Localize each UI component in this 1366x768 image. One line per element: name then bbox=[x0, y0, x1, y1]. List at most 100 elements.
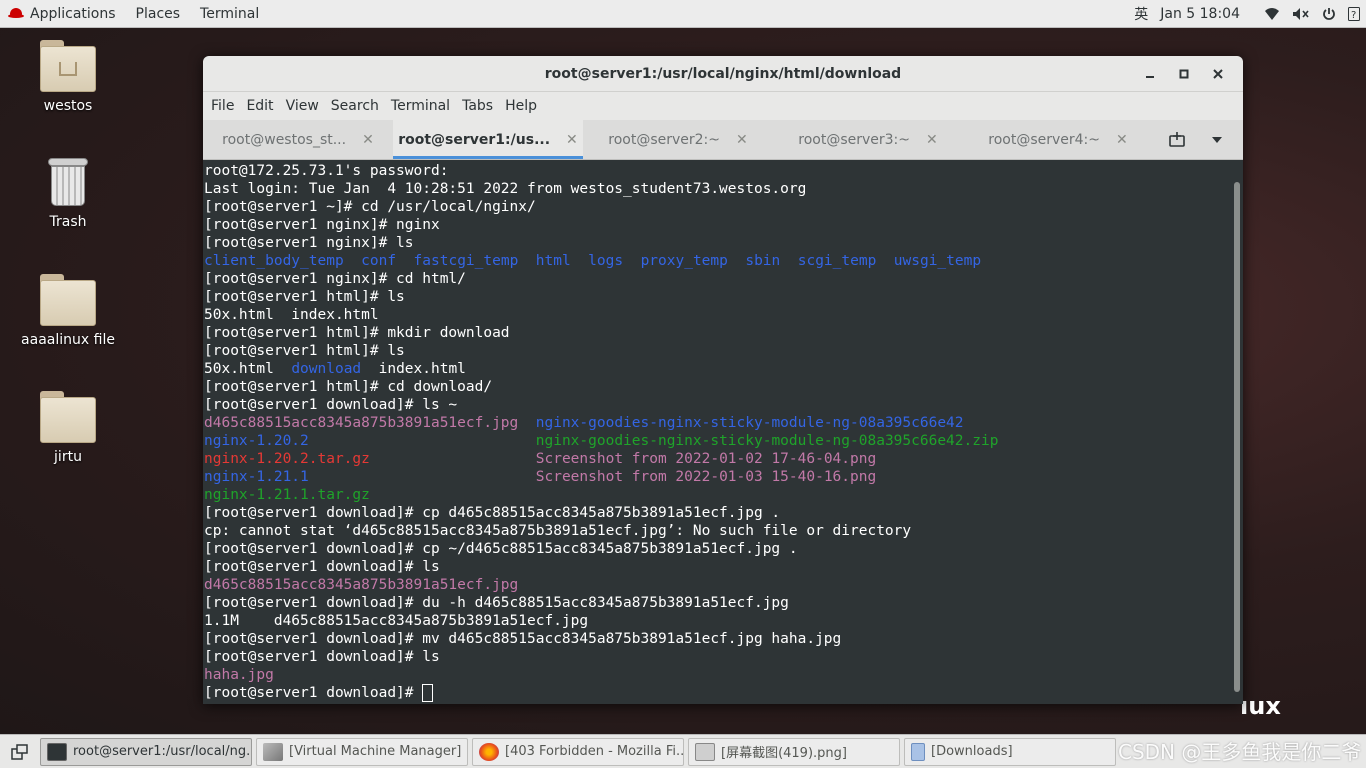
terminal-text-segment: nginx-1.20.2 bbox=[204, 433, 309, 449]
desktop-icon-jirtu[interactable]: jirtu bbox=[18, 391, 118, 465]
places-menu[interactable]: Places bbox=[126, 0, 191, 28]
tab-westos-student[interactable]: root@westos_st... ✕ bbox=[203, 120, 393, 159]
tab-close-icon[interactable]: ✕ bbox=[1116, 132, 1128, 148]
tab-close-icon[interactable]: ✕ bbox=[362, 132, 374, 148]
tab-server4[interactable]: root@server4:~ ✕ bbox=[963, 120, 1153, 159]
wifi-icon[interactable] bbox=[1264, 7, 1280, 21]
desktop-icon-westos[interactable]: westos bbox=[18, 40, 118, 114]
terminal-text-segment: nginx-goodies-nginx-sticky-module-ng-08a… bbox=[535, 433, 999, 449]
menu-edit[interactable]: Edit bbox=[240, 98, 279, 114]
terminal-line: nginx-1.21.1 Screenshot from 2022-01-03 … bbox=[204, 468, 1231, 486]
terminal-text-segment: client_body_temp bbox=[204, 253, 344, 269]
terminal-cursor bbox=[422, 684, 434, 702]
task-terminal[interactable]: root@server1:/usr/local/ng... bbox=[40, 737, 252, 766]
task-virtual-machine-manager[interactable]: [Virtual Machine Manager] bbox=[256, 737, 468, 766]
terminal-line: nginx-1.20.2.tar.gz Screenshot from 2022… bbox=[204, 450, 1231, 468]
terminal-text-segment: html bbox=[535, 253, 571, 269]
tab-label: root@server2:~ bbox=[608, 131, 720, 148]
maximize-button[interactable] bbox=[1167, 60, 1201, 88]
terminal-text-segment: download bbox=[291, 361, 362, 377]
terminal-line: [root@server1 download]# mv d465c88515ac… bbox=[204, 630, 1231, 648]
desktop-icon-aaaalinux-file[interactable]: aaaalinux file bbox=[18, 274, 118, 348]
terminal-line: [root@server1 ~]# cd /usr/local/nginx/ bbox=[204, 198, 1231, 216]
tab-label: root@westos_st... bbox=[222, 131, 347, 148]
minimize-icon bbox=[1146, 76, 1154, 78]
desktop-icon-label: Trash bbox=[49, 214, 87, 230]
clock[interactable]: Jan 5 18:04 bbox=[1160, 6, 1240, 22]
show-desktop-button[interactable] bbox=[4, 739, 36, 765]
terminal-text-segment: 50x.html index.html bbox=[204, 307, 379, 323]
menu-file[interactable]: File bbox=[205, 98, 240, 114]
terminal-text-segment: [root@server1 download]# cp d465c88515ac… bbox=[204, 505, 781, 521]
task-downloads[interactable]: [Downloads] bbox=[904, 737, 1116, 766]
desktop-icon-label: jirtu bbox=[54, 449, 82, 465]
help-icon[interactable]: ? bbox=[1348, 6, 1360, 21]
terminal-line: haha.jpg bbox=[204, 666, 1231, 684]
terminal-output[interactable]: root@172.25.73.1's password: Last login: … bbox=[203, 160, 1231, 704]
terminal-text-segment: logs bbox=[588, 253, 624, 269]
menu-tabs[interactable]: Tabs bbox=[456, 98, 499, 114]
terminal-text-segment: nginx-1.21.1.tar.gz bbox=[204, 487, 370, 503]
new-tab-icon[interactable] bbox=[1157, 131, 1197, 148]
menu-view[interactable]: View bbox=[280, 98, 325, 114]
tab-server3[interactable]: root@server3:~ ✕ bbox=[773, 120, 963, 159]
window-titlebar[interactable]: root@server1:/usr/local/nginx/html/downl… bbox=[203, 56, 1243, 92]
trash-icon bbox=[48, 158, 88, 206]
desktop-icon-label: aaaalinux file bbox=[21, 332, 115, 348]
terminal-text-segment: [root@server1 html]# ls bbox=[204, 343, 405, 359]
terminal-line: cp: cannot stat ‘d465c88515acc8345a875b3… bbox=[204, 522, 1231, 540]
terminal-line: 50x.html download index.html bbox=[204, 360, 1231, 378]
terminal-line: [root@server1 nginx]# cd html/ bbox=[204, 270, 1231, 288]
power-icon[interactable] bbox=[1322, 7, 1336, 21]
desktop-icon-trash[interactable]: Trash bbox=[18, 158, 118, 230]
terminal-line: [root@server1 download]# du -h d465c8851… bbox=[204, 594, 1231, 612]
terminal-line: client_body_temp conf fastcgi_temp html … bbox=[204, 252, 1231, 270]
terminal-text-segment: [root@server1 nginx]# nginx bbox=[204, 217, 440, 233]
tab-close-icon[interactable]: ✕ bbox=[566, 132, 578, 148]
tab-close-icon[interactable]: ✕ bbox=[926, 132, 938, 148]
terminal-text-segment: nginx-1.20.2.tar.gz bbox=[204, 451, 370, 467]
scrollbar-thumb[interactable] bbox=[1234, 182, 1240, 692]
volume-icon[interactable] bbox=[1292, 7, 1310, 21]
menu-help[interactable]: Help bbox=[499, 98, 543, 114]
terminal-text-segment: [root@server1 download]# bbox=[204, 685, 423, 701]
firefox-icon bbox=[479, 742, 499, 761]
vm-manager-icon bbox=[263, 742, 283, 761]
terminal-line: [root@server1 download]# ls ~ bbox=[204, 396, 1231, 414]
close-button[interactable] bbox=[1201, 60, 1235, 88]
task-image-viewer[interactable]: [屏幕截图(419).png] bbox=[688, 737, 900, 766]
menu-terminal[interactable]: Terminal bbox=[385, 98, 456, 114]
terminal-text-segment: nginx-goodies-nginx-sticky-module-ng-08a… bbox=[535, 415, 964, 431]
tab-list-dropdown-icon[interactable] bbox=[1197, 136, 1237, 144]
tab-close-icon[interactable]: ✕ bbox=[736, 132, 748, 148]
tab-server2[interactable]: root@server2:~ ✕ bbox=[583, 120, 773, 159]
terminal-text-segment: [root@server1 download]# ls ~ bbox=[204, 397, 458, 413]
applications-menu[interactable]: Applications bbox=[0, 0, 126, 28]
tab-server1[interactable]: root@server1:/us... ✕ bbox=[393, 120, 583, 159]
terminal-text-segment: cp: cannot stat ‘d465c88515acc8345a875b3… bbox=[204, 523, 912, 539]
input-method-indicator[interactable]: 英 bbox=[1134, 4, 1148, 24]
terminal-scrollbar[interactable] bbox=[1231, 160, 1243, 704]
terminal-line: d465c88515acc8345a875b3891a51ecf.jpg bbox=[204, 576, 1231, 594]
top-panel: Applications Places Terminal 英 Jan 5 18:… bbox=[0, 0, 1366, 28]
minimize-button[interactable] bbox=[1133, 60, 1167, 88]
terminal-line: [root@server1 html]# ls bbox=[204, 288, 1231, 306]
terminal-line: [root@server1 nginx]# nginx bbox=[204, 216, 1231, 234]
terminal-icon bbox=[47, 742, 67, 761]
menu-search[interactable]: Search bbox=[325, 98, 385, 114]
terminal-text-segment: [root@server1 download]# mv d465c88515ac… bbox=[204, 631, 842, 647]
terminal-text-segment: d465c88515acc8345a875b3891a51ecf.jpg bbox=[204, 577, 519, 593]
task-firefox[interactable]: [403 Forbidden - Mozilla Fi... bbox=[472, 737, 684, 766]
terminal-line: [root@server1 download]# bbox=[204, 684, 1231, 702]
desktop-icon-label: westos bbox=[43, 98, 93, 114]
csdn-watermark: CSDN @王多鱼我是你二爷 bbox=[1118, 740, 1362, 764]
close-icon bbox=[1213, 69, 1223, 79]
terminal-app-menu[interactable]: Terminal bbox=[190, 0, 269, 28]
terminal-text-segment: [root@server1 nginx]# cd html/ bbox=[204, 271, 466, 287]
